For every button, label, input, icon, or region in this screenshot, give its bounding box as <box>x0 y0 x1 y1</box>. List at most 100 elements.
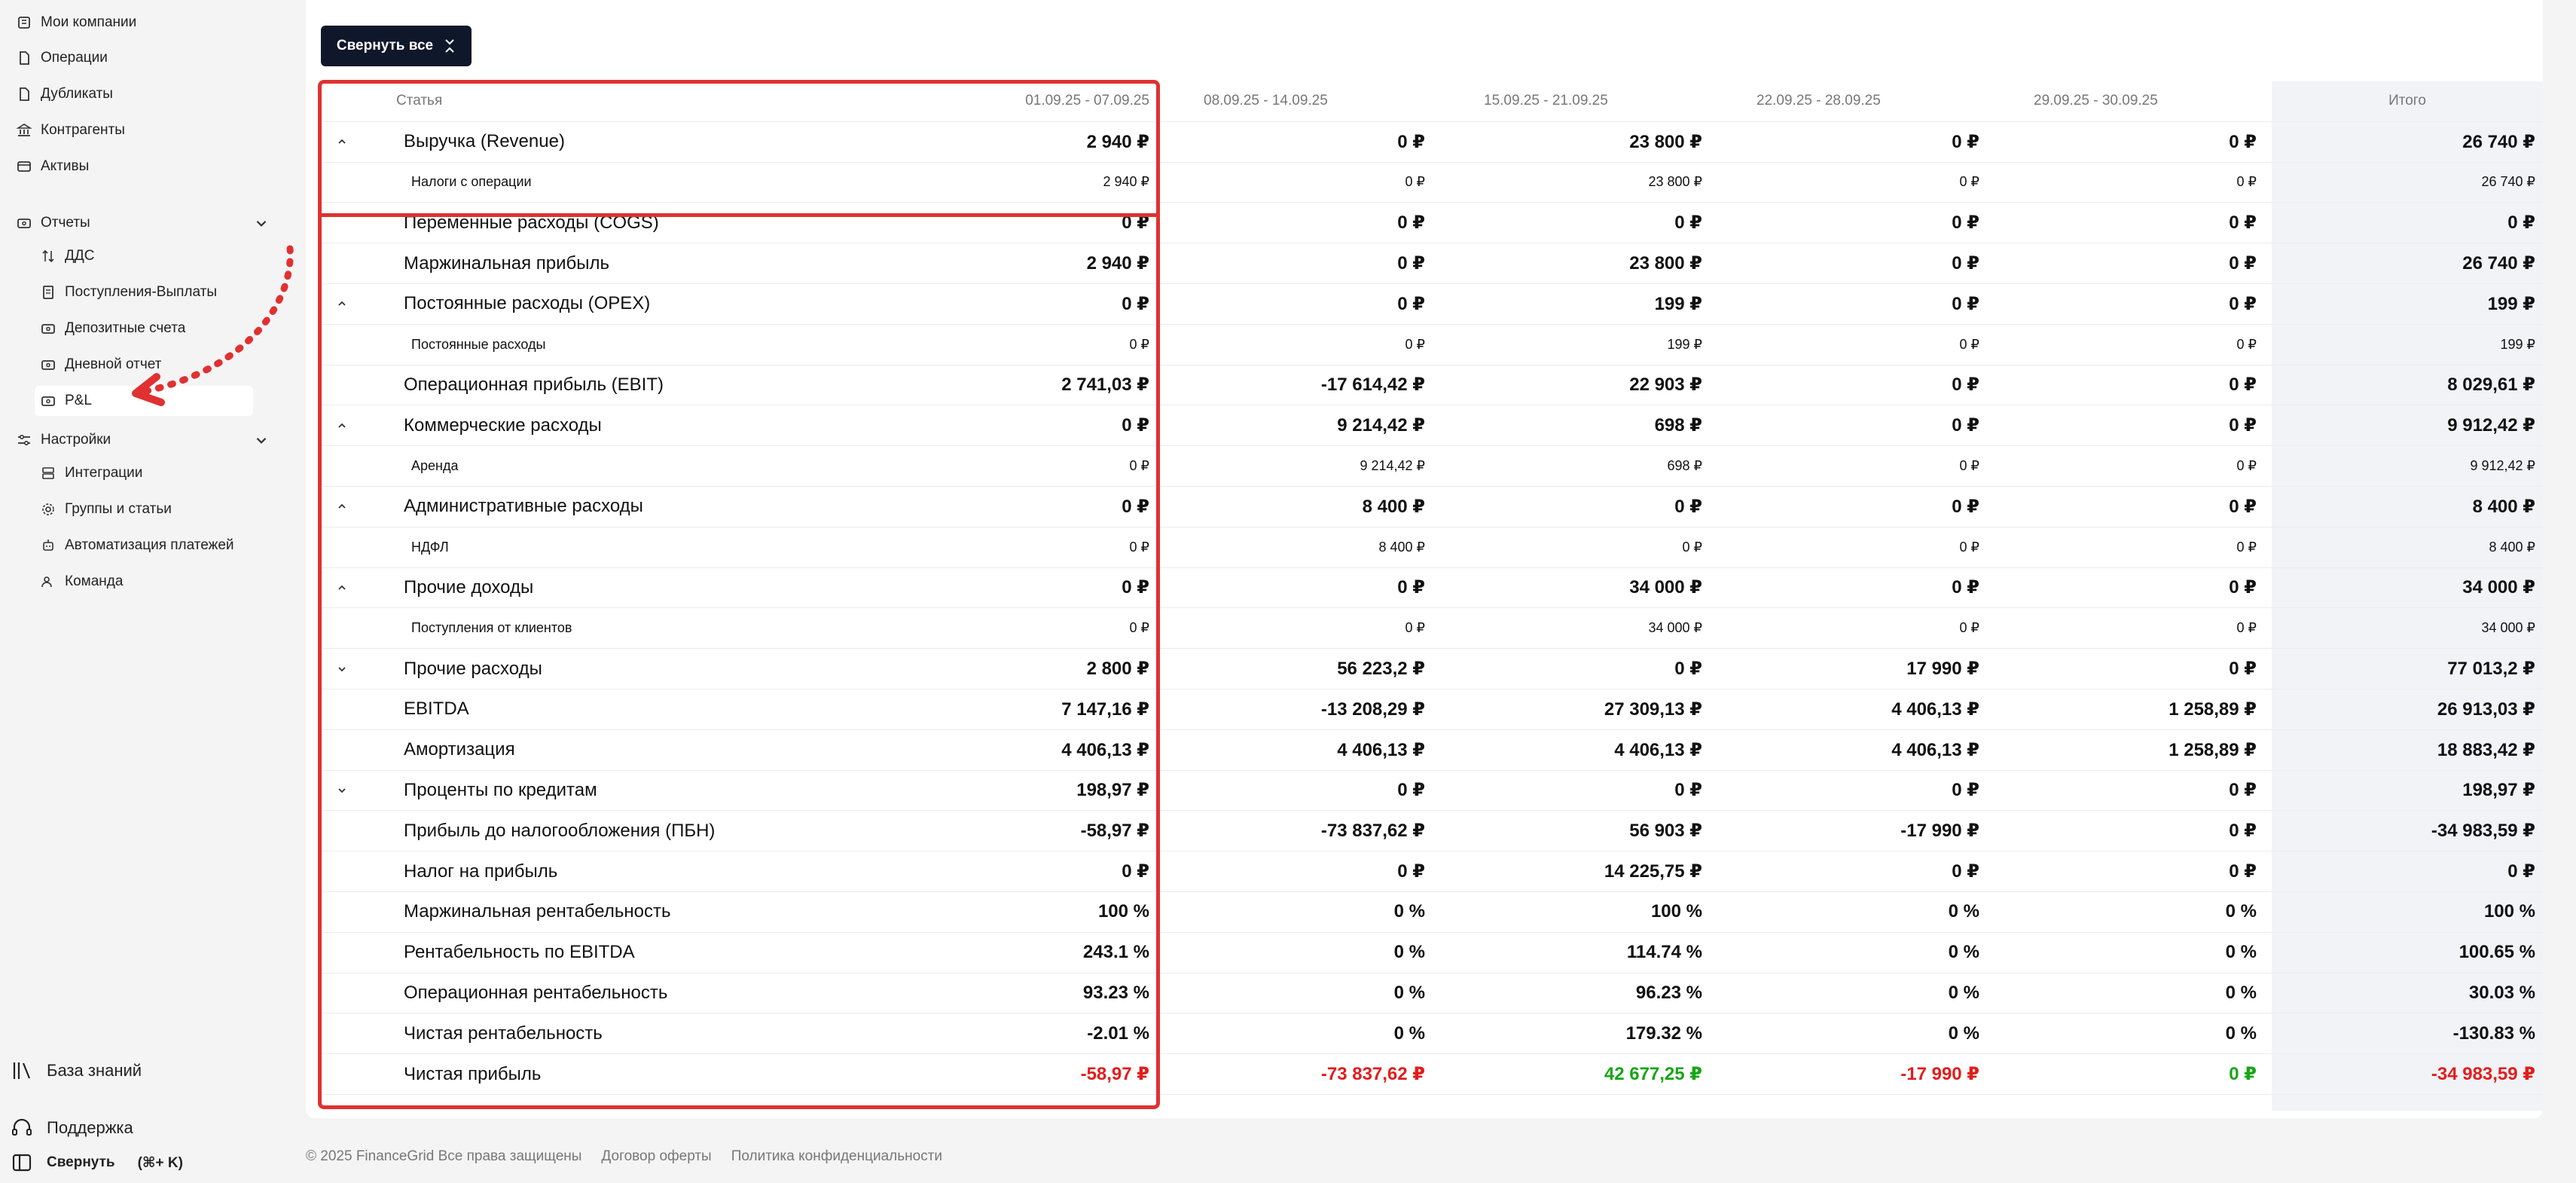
sliders-icon <box>15 431 33 449</box>
table-row: Коммерческие расходы 0 ₽ 9 214,42 ₽ 698 ₽ 0 … <box>318 405 2543 447</box>
row-label: Прочие расходы <box>404 658 542 679</box>
table-cell: 26 740 ₽ <box>2481 174 2535 190</box>
table-cell: -34 983,59 ₽ <box>2431 821 2535 842</box>
table-cell: 9 912,42 ₽ <box>2470 458 2535 474</box>
file-icon <box>15 49 33 67</box>
chevron-up-icon[interactable] <box>334 122 349 162</box>
chevron-up-icon[interactable] <box>334 284 349 324</box>
row-label: Амортизация <box>404 739 515 760</box>
table-cell: 0 ₽ <box>1397 212 1425 234</box>
table-cell: 1 258,89 ₽ <box>2169 698 2257 720</box>
chevron-down-icon[interactable] <box>334 649 349 689</box>
table-cell: 698 ₽ <box>1667 458 1703 474</box>
sidebar-item-assets[interactable]: Активы <box>15 151 89 182</box>
table-cell: 23 800 ₽ <box>1629 253 1702 274</box>
table-cell: 0 % <box>2225 901 2257 922</box>
sidebar-item-integrations[interactable]: Интеграции <box>39 458 142 488</box>
document-icon <box>39 283 57 301</box>
sidebar-item-groups[interactable]: Группы и статьи <box>39 494 172 524</box>
table-cell: 0 ₽ <box>2229 577 2257 598</box>
sidebar-section-label: Отчеты <box>41 215 90 231</box>
column-header: Итого <box>2388 93 2426 109</box>
sidebar-section-reports[interactable]: Отчеты <box>15 208 90 238</box>
table-cell: 23 800 ₽ <box>1629 131 1702 152</box>
table-cell: 0 ₽ <box>1674 659 1702 680</box>
table-cell: 8 400 ₽ <box>2489 539 2536 555</box>
table-cell: 4 406,13 ₽ <box>1614 739 1702 760</box>
table-row: Административные расходы 0 ₽ 8 400 ₽ 0 ₽ 0 ₽… <box>318 487 2543 527</box>
sidebar-item-team[interactable]: Команда <box>39 567 123 597</box>
row-label: Маржинальная рентабельность <box>404 901 671 922</box>
table-cell: 8 029,61 ₽ <box>2447 374 2535 396</box>
table-cell: 7 147,16 ₽ <box>1061 698 1149 720</box>
row-label: Налоги с операции <box>411 174 532 190</box>
table-cell: 0 ₽ <box>2229 253 2257 274</box>
sidebar-item-duplicates[interactable]: Дубликаты <box>15 79 113 109</box>
table-cell: 30.03 % <box>2468 982 2535 1003</box>
column-header: 29.09.25 - 30.09.25 <box>2034 93 2158 109</box>
chevron-down-icon[interactable] <box>253 215 270 231</box>
sidebar-item-counterparties[interactable]: Контрагенты <box>15 115 125 145</box>
table-cell: 0 ₽ <box>1959 174 1979 190</box>
headset-icon <box>11 1117 33 1139</box>
sidebar-item-automation[interactable]: Автоматизация платежей <box>39 530 234 561</box>
table-cell: -130.83 % <box>2452 1023 2535 1044</box>
sidebar-item-label: Группы и статьи <box>65 501 172 517</box>
table-cell: 698 ₽ <box>1654 415 1702 436</box>
table-cell: 0 ₽ <box>2507 861 2535 882</box>
row-label: Поступления от клиентов <box>411 620 572 636</box>
table-cell: 0 ₽ <box>1405 174 1425 190</box>
table-cell: 0 % <box>2225 942 2257 963</box>
table-cell: 26 913,03 ₽ <box>2437 698 2535 720</box>
sidebar-item-label: Автоматизация платежей <box>65 537 234 553</box>
table-cell: 27 309,13 ₽ <box>1604 698 1702 720</box>
chevron-down-icon[interactable] <box>253 432 270 448</box>
table-cell: -58,97 ₽ <box>1080 821 1149 842</box>
chevron-up-icon[interactable] <box>334 405 349 445</box>
sidebar-item-operations[interactable]: Операции <box>15 43 108 73</box>
table-cell: 0 % <box>1393 982 1425 1003</box>
table-cell: 34 000 ₽ <box>1648 620 1702 636</box>
table-cell: -17 614,42 ₽ <box>1320 374 1425 396</box>
card-icon <box>39 356 57 374</box>
table-cell: 199 ₽ <box>2487 293 2535 314</box>
table-cell: 0 % <box>1393 1023 1425 1044</box>
row-label: Постоянные расходы <box>411 336 546 352</box>
collapse-all-button[interactable]: Свернуть все <box>321 26 472 66</box>
table-row: Переменные расходы (COGS) 0 ₽ 0 ₽ 0 ₽ 0 ₽ 0 ₽… <box>318 203 2543 244</box>
table-cell: 0 ₽ <box>2236 458 2257 474</box>
table-cell: 8 400 ₽ <box>1362 496 1425 517</box>
table-cell: 199 ₽ <box>1654 293 1702 314</box>
table-row: НДФЛ 0 ₽ 8 400 ₽ 0 ₽ 0 ₽ 0 ₽ 8 400 ₽ <box>318 527 2543 568</box>
chevron-up-icon[interactable] <box>334 568 349 608</box>
table-cell: 0 ₽ <box>1122 293 1149 314</box>
table-cell: 0 ₽ <box>1397 293 1425 314</box>
sidebar-item-label: Команда <box>65 573 124 589</box>
offer-link[interactable]: Договор оферты <box>601 1148 711 1165</box>
sidebar-section-settings[interactable]: Настройки <box>15 425 111 455</box>
sidebar-item-companies[interactable]: Мои компании <box>15 8 136 38</box>
chevron-up-icon[interactable] <box>334 487 349 527</box>
table-cell: 0 ₽ <box>1397 253 1425 274</box>
sidebar-item-label: Контрагенты <box>41 122 125 138</box>
table-cell: 0 ₽ <box>2229 821 2257 842</box>
support-link[interactable]: Поддержка <box>11 1117 133 1139</box>
sidebar-collapse-button[interactable]: Свернуть (⌘+ K) <box>11 1151 183 1174</box>
table-cell: 114.74 % <box>1626 942 1702 963</box>
sidebar-item-dds[interactable]: ДДС <box>39 241 94 271</box>
table-cell: 0 ₽ <box>1674 780 1702 801</box>
table-cell: 198,97 ₽ <box>1076 780 1149 801</box>
sidebar-item-label: Активы <box>41 158 90 174</box>
table-cell: 93.23 % <box>1082 982 1149 1003</box>
table-cell: 0 ₽ <box>1397 780 1425 801</box>
sidebar-item-label: Интеграции <box>65 465 143 481</box>
column-header: 01.09.25 - 07.09.25 <box>1025 93 1149 109</box>
sidebar: Мои компании Операции Дубликаты Контраге… <box>0 0 295 1183</box>
table-cell: 0 ₽ <box>2507 212 2535 234</box>
table-cell: 9 214,42 ₽ <box>1360 458 1425 474</box>
sidebar-item-label: Дубликаты <box>41 86 113 102</box>
chevron-down-icon[interactable] <box>334 771 349 811</box>
table-cell: 0 % <box>2225 982 2257 1003</box>
privacy-link[interactable]: Политика конфиденциальности <box>731 1148 942 1165</box>
knowledge-base-link[interactable]: База знаний <box>11 1059 142 1082</box>
